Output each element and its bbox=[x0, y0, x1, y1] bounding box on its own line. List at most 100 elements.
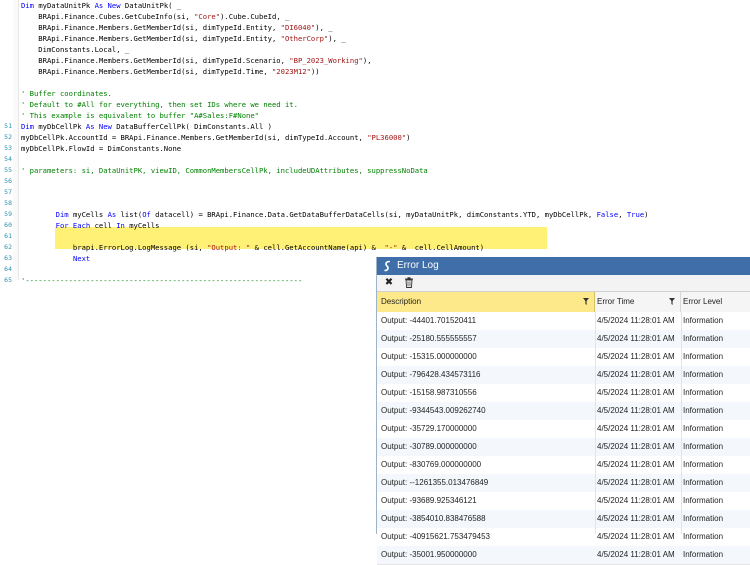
table-row[interactable]: Output: -830769.000000000 4/5/2024 11:28:… bbox=[377, 456, 750, 475]
code-token: DimConstants.Local, _ bbox=[21, 45, 130, 54]
row-error-level: Information bbox=[683, 442, 724, 451]
delete-icon[interactable] bbox=[403, 277, 415, 289]
code-line[interactable]: 58 bbox=[0, 198, 750, 209]
code-line[interactable]: 60 For Each cell In myCells bbox=[0, 220, 750, 231]
code-line[interactable]: Dim myDataUnitPk As New DataUnitPk( _ bbox=[0, 0, 750, 11]
row-error-level: Information bbox=[683, 388, 724, 397]
code-line[interactable]: 51 Dim myDbCellPk As New DataBufferCellPk… bbox=[0, 121, 750, 132]
code-line[interactable]: BRApi.Finance.Members.GetMemberId(si, di… bbox=[0, 55, 750, 66]
error-log-title-bar[interactable]: Error Log bbox=[377, 257, 750, 275]
code-token: ' Default to #All for everything, then s… bbox=[21, 100, 298, 109]
table-row[interactable]: Output: -25180.555555557 4/5/2024 11:28:0… bbox=[377, 330, 750, 349]
line-number: 56 bbox=[4, 177, 12, 185]
code-line[interactable]: 54 bbox=[0, 154, 750, 165]
code-line[interactable]: 57 bbox=[0, 187, 750, 198]
code-line[interactable]: 55 ' parameters: si, DataUnitPK, viewID, … bbox=[0, 165, 750, 176]
clear-icon[interactable]: ✖ bbox=[383, 277, 395, 289]
code-token: BRApi.Finance.Members.GetMemberId(si, di… bbox=[21, 34, 281, 43]
table-row[interactable]: Output: -15158.987310556 4/5/2024 11:28:0… bbox=[377, 384, 750, 403]
code-text: Dim myCells As list(Of datacell) = BRApi… bbox=[21, 209, 649, 220]
column-header-error-level[interactable]: Error Level bbox=[681, 292, 750, 312]
row-error-time: 4/5/2024 11:28:01 AM bbox=[597, 388, 675, 397]
code-token: myCells bbox=[72, 210, 108, 219]
error-log-toolbar: ✖ bbox=[377, 275, 750, 291]
code-line[interactable] bbox=[0, 77, 750, 88]
row-error-level: Information bbox=[683, 316, 724, 325]
code-token: In bbox=[116, 221, 130, 230]
code-text: Dim myDbCellPk As New DataBufferCellPk( … bbox=[21, 121, 272, 132]
table-row[interactable]: Output: -15315.000000000 4/5/2024 11:28:0… bbox=[377, 348, 750, 367]
row-error-time: 4/5/2024 11:28:01 AM bbox=[597, 316, 675, 325]
code-line[interactable]: 52 myDbCellPk.AccountId = BRApi.Finance.M… bbox=[0, 132, 750, 143]
table-row[interactable]: Output: -9344543.009262740 4/5/2024 11:28… bbox=[377, 402, 750, 421]
code-line[interactable]: BRApi.Finance.Cubes.GetCubeInfo(si, "Cor… bbox=[0, 11, 750, 22]
code-token: As New bbox=[94, 1, 125, 10]
column-header-description[interactable]: Description bbox=[377, 292, 595, 312]
table-row[interactable]: Output: -3854010.838476588 4/5/2024 11:28… bbox=[377, 510, 750, 529]
code-line[interactable]: 59 Dim myCells As list(Of datacell) = BR… bbox=[0, 209, 750, 220]
table-row[interactable]: Output: -35001.950000000 4/5/2024 11:28:0… bbox=[377, 546, 750, 565]
error-log-title: Error Log bbox=[397, 260, 439, 271]
row-description: Output: -9344543.009262740 bbox=[381, 406, 486, 415]
code-token: , bbox=[618, 210, 627, 219]
filter-icon[interactable] bbox=[583, 298, 589, 305]
table-row[interactable]: Output: --1261355.013476849 4/5/2024 11:2… bbox=[377, 474, 750, 493]
code-token: BRApi.Finance.Members.GetMemberId(si, di… bbox=[21, 67, 272, 76]
row-error-time: 4/5/2024 11:28:01 AM bbox=[597, 442, 675, 451]
code-text: BRApi.Finance.Members.GetMemberId(si, di… bbox=[21, 66, 319, 77]
code-line[interactable]: ' Default to #All for everything, then s… bbox=[0, 99, 750, 110]
table-row[interactable]: Output: -40915621.753479453 4/5/2024 11:2… bbox=[377, 528, 750, 547]
table-row[interactable]: Output: -796428.434573116 4/5/2024 11:28:… bbox=[377, 366, 750, 385]
code-token: myCells bbox=[129, 221, 160, 230]
row-error-time: 4/5/2024 11:28:01 AM bbox=[597, 514, 675, 523]
line-number: 52 bbox=[4, 133, 12, 141]
code-text: DimConstants.Local, _ bbox=[21, 44, 129, 55]
code-token: BRApi.Finance.Members.GetMemberId(si, di… bbox=[21, 23, 281, 32]
code-token: ' parameters: si, DataUnitPK, viewID, Co… bbox=[21, 166, 428, 175]
code-line[interactable]: BRApi.Finance.Members.GetMemberId(si, di… bbox=[0, 66, 750, 77]
code-token: BRApi.Finance.Cubes.GetCubeInfo(si, bbox=[21, 12, 195, 21]
column-header-error-time[interactable]: Error Time bbox=[595, 292, 681, 312]
line-number: 58 bbox=[4, 199, 12, 207]
line-number: 59 bbox=[4, 210, 12, 218]
code-token: Dim bbox=[55, 210, 73, 219]
line-number: 60 bbox=[4, 221, 12, 229]
code-line[interactable]: BRApi.Finance.Members.GetMemberId(si, di… bbox=[0, 33, 750, 44]
column-divider bbox=[595, 312, 596, 534]
code-token: BRApi.Finance.Members.GetMemberId(si, di… bbox=[21, 56, 290, 65]
table-row[interactable]: Output: -44401.701520411 4/5/2024 11:28:0… bbox=[377, 312, 750, 331]
code-token: As bbox=[107, 210, 121, 219]
code-line[interactable]: 56 bbox=[0, 176, 750, 187]
code-token: brapi.ErrorLog.LogMessage (si, bbox=[21, 243, 208, 252]
filter-icon[interactable] bbox=[669, 298, 675, 305]
row-description: Output: -830769.000000000 bbox=[381, 460, 482, 469]
table-row[interactable]: Output: -93689.925346121 4/5/2024 11:28:0… bbox=[377, 492, 750, 511]
code-line[interactable]: 53 myDbCellPk.FlowId = DimConstants.None bbox=[0, 143, 750, 154]
code-line[interactable]: 61 bbox=[0, 231, 750, 242]
code-text: myDbCellPk.AccountId = BRApi.Finance.Mem… bbox=[21, 132, 410, 143]
code-text: BRApi.Finance.Members.GetMemberId(si, di… bbox=[21, 33, 345, 44]
line-number: 53 bbox=[4, 144, 12, 152]
code-text: ' Default to #All for everything, then s… bbox=[21, 99, 298, 110]
code-line[interactable]: DimConstants.Local, _ bbox=[0, 44, 750, 55]
code-token: Dim bbox=[21, 1, 39, 10]
table-row[interactable]: Output: -35729.170000000 4/5/2024 11:28:0… bbox=[377, 420, 750, 439]
code-token: myDbCellPk.FlowId = DimConstants.None bbox=[21, 144, 182, 153]
table-row[interactable]: Output: -30789.000000000 4/5/2024 11:28:0… bbox=[377, 438, 750, 457]
code-token: "2023M12" bbox=[271, 67, 311, 76]
code-token: For Each bbox=[55, 221, 95, 230]
column-header-level-label: Error Level bbox=[683, 297, 723, 306]
code-line[interactable]: ' Buffer coordinates. bbox=[0, 88, 750, 99]
code-token: & cell.GetAccountName(api) & bbox=[250, 243, 385, 252]
row-error-time: 4/5/2024 11:28:01 AM bbox=[597, 406, 675, 415]
code-text: brapi.ErrorLog.LogMessage (si, "Output: … bbox=[21, 242, 484, 253]
code-line[interactable]: ' This example is equivalent to buffer "… bbox=[0, 110, 750, 121]
row-description: Output: -44401.701520411 bbox=[381, 316, 477, 325]
code-token: "DI6040" bbox=[280, 23, 316, 32]
row-description: Output: -15315.000000000 bbox=[381, 352, 477, 361]
code-token: "Output: " bbox=[207, 243, 251, 252]
row-error-level: Information bbox=[683, 406, 724, 415]
code-line[interactable]: BRApi.Finance.Members.GetMemberId(si, di… bbox=[0, 22, 750, 33]
code-line[interactable]: 62 brapi.ErrorLog.LogMessage (si, "Outpu… bbox=[0, 242, 750, 253]
